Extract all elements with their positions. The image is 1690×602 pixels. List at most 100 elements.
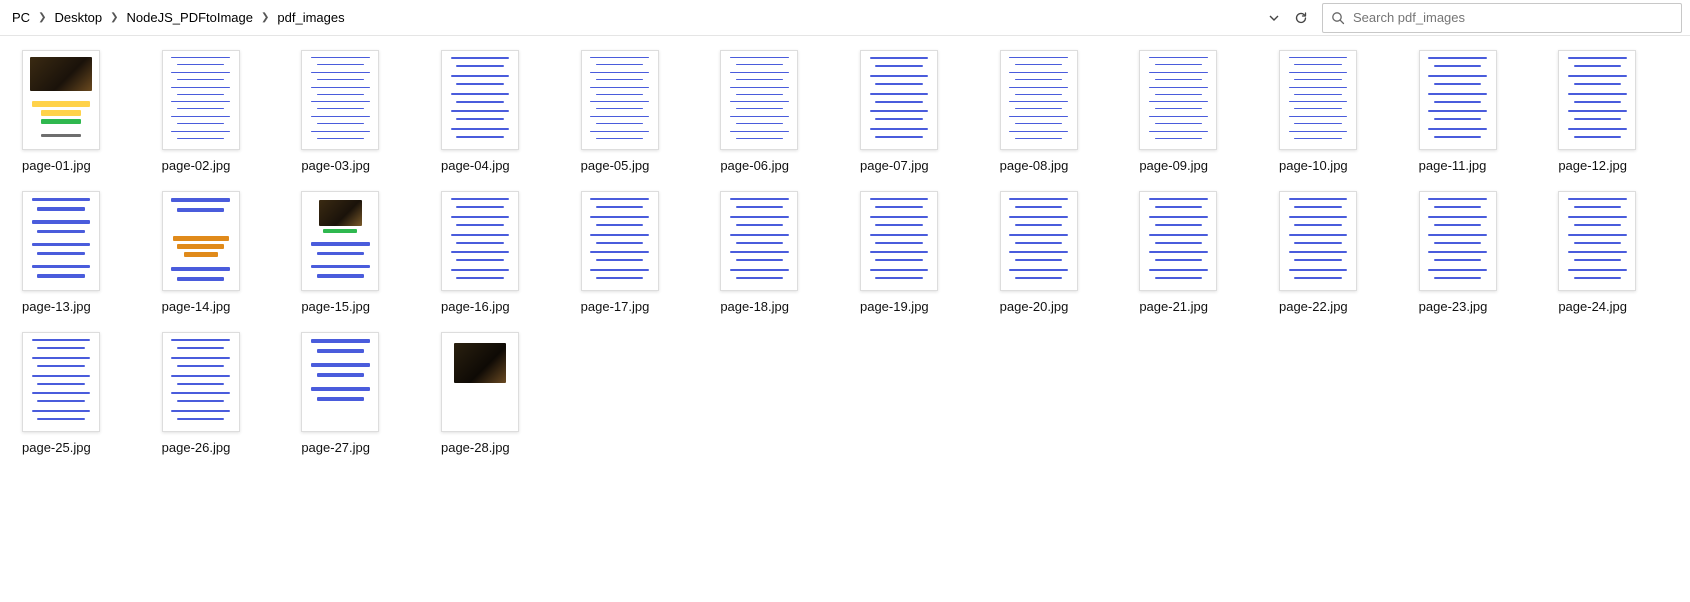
file-name[interactable]: page-28.jpg: [441, 440, 510, 455]
file-thumbnail[interactable]: [860, 50, 938, 150]
file-item[interactable]: page-08.jpg: [1000, 50, 1110, 173]
file-name[interactable]: page-09.jpg: [1139, 158, 1208, 173]
file-thumbnail[interactable]: [581, 50, 659, 150]
file-item[interactable]: page-21.jpg: [1139, 191, 1249, 314]
file-item[interactable]: page-22.jpg: [1279, 191, 1389, 314]
file-name[interactable]: page-20.jpg: [1000, 299, 1069, 314]
file-item[interactable]: page-01.jpg: [22, 50, 132, 173]
file-name[interactable]: page-15.jpg: [301, 299, 370, 314]
file-item[interactable]: page-18.jpg: [720, 191, 830, 314]
file-item[interactable]: page-04.jpg: [441, 50, 551, 173]
file-name[interactable]: page-06.jpg: [720, 158, 789, 173]
file-item[interactable]: page-27.jpg: [301, 332, 411, 455]
file-grid: page-01.jpg page-02.jpg page-03.jpg page-04…: [0, 36, 1690, 469]
file-thumbnail[interactable]: [22, 50, 100, 150]
search-input[interactable]: [1353, 10, 1673, 25]
recent-locations-button[interactable]: [1268, 12, 1280, 24]
file-thumbnail[interactable]: [22, 191, 100, 291]
file-thumbnail[interactable]: [860, 191, 938, 291]
file-thumbnail[interactable]: [441, 50, 519, 150]
file-name[interactable]: page-11.jpg: [1419, 158, 1487, 173]
file-name[interactable]: page-24.jpg: [1558, 299, 1627, 314]
file-name[interactable]: page-17.jpg: [581, 299, 650, 314]
file-item[interactable]: page-14.jpg: [162, 191, 272, 314]
file-item[interactable]: page-10.jpg: [1279, 50, 1389, 173]
file-name[interactable]: page-02.jpg: [162, 158, 231, 173]
file-thumbnail[interactable]: [22, 332, 100, 432]
file-item[interactable]: page-20.jpg: [1000, 191, 1110, 314]
file-item[interactable]: page-12.jpg: [1558, 50, 1668, 173]
search-box[interactable]: [1322, 3, 1682, 33]
breadcrumb[interactable]: PC ❯ Desktop ❯ NodeJS_PDFtoImage ❯ pdf_i…: [8, 10, 1262, 25]
file-thumbnail[interactable]: [1419, 191, 1497, 291]
search-icon: [1331, 11, 1345, 25]
file-name[interactable]: page-04.jpg: [441, 158, 510, 173]
chevron-right-icon: ❯: [36, 12, 48, 23]
file-item[interactable]: page-07.jpg: [860, 50, 970, 173]
file-item[interactable]: page-09.jpg: [1139, 50, 1249, 173]
file-thumbnail[interactable]: [162, 50, 240, 150]
file-thumbnail[interactable]: [1279, 191, 1357, 291]
file-thumbnail[interactable]: [1139, 191, 1217, 291]
file-item[interactable]: page-25.jpg: [22, 332, 132, 455]
file-name[interactable]: page-21.jpg: [1139, 299, 1208, 314]
file-name[interactable]: page-05.jpg: [581, 158, 650, 173]
file-thumbnail[interactable]: [1000, 191, 1078, 291]
refresh-button[interactable]: [1294, 11, 1308, 25]
file-name[interactable]: page-13.jpg: [22, 299, 91, 314]
file-item[interactable]: page-23.jpg: [1419, 191, 1529, 314]
file-thumbnail[interactable]: [301, 50, 379, 150]
file-name[interactable]: page-03.jpg: [301, 158, 370, 173]
file-name[interactable]: page-08.jpg: [1000, 158, 1069, 173]
file-thumbnail[interactable]: [301, 332, 379, 432]
file-item[interactable]: page-11.jpg: [1419, 50, 1529, 173]
file-name[interactable]: page-16.jpg: [441, 299, 510, 314]
file-name[interactable]: page-22.jpg: [1279, 299, 1348, 314]
file-item[interactable]: page-13.jpg: [22, 191, 132, 314]
file-name[interactable]: page-01.jpg: [22, 158, 91, 173]
file-thumbnail[interactable]: [441, 191, 519, 291]
file-item[interactable]: page-02.jpg: [162, 50, 272, 173]
file-item[interactable]: page-05.jpg: [581, 50, 691, 173]
file-thumbnail[interactable]: [1139, 50, 1217, 150]
chevron-right-icon: ❯: [108, 12, 120, 23]
file-item[interactable]: page-19.jpg: [860, 191, 970, 314]
chevron-right-icon: ❯: [259, 12, 271, 23]
file-thumbnail[interactable]: [1419, 50, 1497, 150]
breadcrumb-segment[interactable]: NodeJS_PDFtoImage: [127, 10, 253, 25]
file-item[interactable]: page-03.jpg: [301, 50, 411, 173]
file-thumbnail[interactable]: [720, 191, 798, 291]
file-item[interactable]: page-16.jpg: [441, 191, 551, 314]
file-name[interactable]: page-14.jpg: [162, 299, 231, 314]
breadcrumb-segment[interactable]: Desktop: [54, 10, 102, 25]
file-item[interactable]: page-17.jpg: [581, 191, 691, 314]
file-item[interactable]: page-15.jpg: [301, 191, 411, 314]
file-thumbnail[interactable]: [441, 332, 519, 432]
file-name[interactable]: page-25.jpg: [22, 440, 91, 455]
file-thumbnail[interactable]: [720, 50, 798, 150]
file-thumbnail[interactable]: [1558, 50, 1636, 150]
file-name[interactable]: page-12.jpg: [1558, 158, 1627, 173]
file-thumbnail[interactable]: [162, 191, 240, 291]
file-item[interactable]: page-26.jpg: [162, 332, 272, 455]
file-name[interactable]: page-07.jpg: [860, 158, 929, 173]
address-toolbar: PC ❯ Desktop ❯ NodeJS_PDFtoImage ❯ pdf_i…: [0, 0, 1690, 36]
file-thumbnail[interactable]: [581, 191, 659, 291]
breadcrumb-segment[interactable]: PC: [12, 10, 30, 25]
file-name[interactable]: page-10.jpg: [1279, 158, 1348, 173]
file-thumbnail[interactable]: [301, 191, 379, 291]
file-thumbnail[interactable]: [1279, 50, 1357, 150]
breadcrumb-segment[interactable]: pdf_images: [277, 10, 344, 25]
address-actions: [1268, 11, 1316, 25]
file-thumbnail[interactable]: [162, 332, 240, 432]
file-item[interactable]: page-28.jpg: [441, 332, 551, 455]
file-name[interactable]: page-19.jpg: [860, 299, 929, 314]
file-name[interactable]: page-27.jpg: [301, 440, 370, 455]
file-thumbnail[interactable]: [1558, 191, 1636, 291]
file-item[interactable]: page-06.jpg: [720, 50, 830, 173]
file-item[interactable]: page-24.jpg: [1558, 191, 1668, 314]
file-name[interactable]: page-23.jpg: [1419, 299, 1488, 314]
file-name[interactable]: page-26.jpg: [162, 440, 231, 455]
file-thumbnail[interactable]: [1000, 50, 1078, 150]
file-name[interactable]: page-18.jpg: [720, 299, 789, 314]
